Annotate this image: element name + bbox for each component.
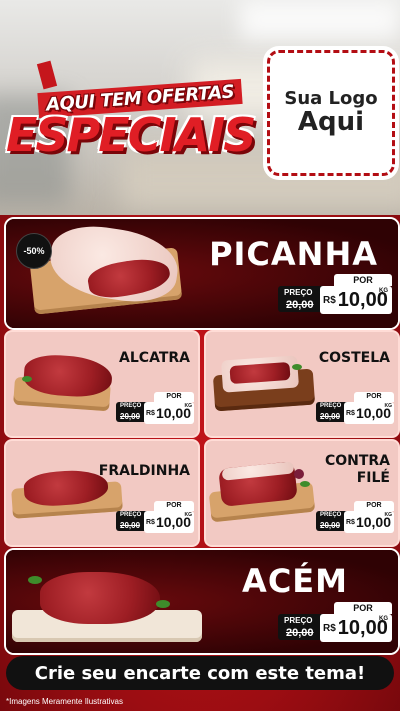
logo-placeholder[interactable]: Sua Logo Aqui xyxy=(267,50,395,176)
product-card-contra-file[interactable]: CONTRA FILÉ POR PREÇO 20,00 R$ 10,00 KG xyxy=(204,439,400,547)
unit-label: KG xyxy=(379,288,388,294)
old-price-block: PREÇO 20,00 xyxy=(278,286,324,312)
new-price-box: R$ 10,00 KG xyxy=(144,402,194,424)
currency: R$ xyxy=(346,518,355,526)
currency: R$ xyxy=(323,294,336,306)
por-label: POR xyxy=(154,392,194,402)
price-tag: POR PREÇO 20,00 R$ 10,00 KG xyxy=(116,392,194,424)
flyer: AQUI TEM OFERTAS ESPECIAIS Sua Logo Aqui… xyxy=(0,0,400,711)
cta-button[interactable]: Crie seu encarte com este tema! xyxy=(6,656,394,690)
unit-label: KG xyxy=(184,512,193,518)
herb-icon xyxy=(22,376,32,382)
new-price-box: R$ 10,00 KG xyxy=(344,402,394,424)
product-name-line1: CONTRA xyxy=(324,453,390,469)
product-name: FRALDINHA xyxy=(98,463,190,479)
currency: R$ xyxy=(146,518,155,526)
price-tag: POR PREÇO 20,00 R$ 10,00 KG xyxy=(116,501,194,533)
old-price: 20,00 xyxy=(120,412,141,421)
onion-icon xyxy=(294,469,304,479)
preco-label: PREÇO xyxy=(284,288,313,297)
currency: R$ xyxy=(146,409,155,417)
headline-main: ESPECIAIS xyxy=(6,108,256,162)
por-label: POR xyxy=(354,392,394,402)
product-card-alcatra[interactable]: ALCATRA POR PREÇO 20,00 R$ 10,00 KG xyxy=(4,330,200,438)
old-price: 20,00 xyxy=(286,299,314,311)
herb-icon xyxy=(292,364,302,370)
new-price-box: R$ 10,00 KG xyxy=(144,511,194,533)
new-price-box: R$ 10,00 KG xyxy=(344,511,394,533)
por-label: POR xyxy=(334,274,392,286)
product-name-line2: FILÉ xyxy=(356,469,390,486)
preco-label: PREÇO xyxy=(320,403,342,409)
unit-label: KG xyxy=(384,512,393,518)
preco-label: PREÇO xyxy=(120,512,142,518)
ribbon-icon xyxy=(36,60,58,90)
discount-badge: -50% xyxy=(16,233,52,269)
product-name: COSTELA xyxy=(318,350,390,366)
logo-text-line2: Aqui xyxy=(297,106,365,137)
preco-label: PREÇO xyxy=(320,512,342,518)
product-name: ALCATRA xyxy=(119,350,190,366)
disclaimer-text: *Imagens Meramente Ilustrativas xyxy=(6,697,123,706)
por-label: POR xyxy=(154,501,194,511)
price-tag: POR PREÇO 20,00 R$ 10,00 KG xyxy=(278,602,392,642)
unit-label: KG xyxy=(379,616,388,622)
price-tag: POR PREÇO 20,00 R$ 10,00 KG xyxy=(316,501,394,533)
unit-label: KG xyxy=(384,403,393,409)
header-banner: AQUI TEM OFERTAS ESPECIAIS Sua Logo Aqui xyxy=(0,0,400,215)
herb-icon xyxy=(300,481,310,487)
product-name: CONTRA FILÉ xyxy=(325,453,390,487)
new-price-box: R$ 10,00 KG xyxy=(320,614,392,642)
old-price: 20,00 xyxy=(320,521,341,530)
product-card-costela[interactable]: COSTELA POR PREÇO 20,00 R$ 10,00 KG xyxy=(204,330,400,438)
currency: R$ xyxy=(346,409,355,417)
price-tag: POR PREÇO 20,00 R$ 10,00 KG xyxy=(316,392,394,424)
price-tag: POR PREÇO 20,00 R$ 10,00 KG xyxy=(278,274,392,314)
acem-image xyxy=(40,572,160,624)
preco-label: PREÇO xyxy=(120,403,142,409)
por-label: POR xyxy=(354,501,394,511)
product-hero-picanha[interactable]: -50% PICANHA POR PREÇO 20,00 R$ 10,00 KG xyxy=(4,217,400,330)
currency: R$ xyxy=(323,622,336,634)
old-price: 20,00 xyxy=(120,521,141,530)
herb-icon xyxy=(28,576,42,584)
new-price-box: R$ 10,00 KG xyxy=(320,286,392,314)
unit-label: KG xyxy=(184,403,193,409)
product-card-fraldinha[interactable]: FRALDINHA POR PREÇO 20,00 R$ 10,00 KG xyxy=(4,439,200,547)
logo-text-line1: Sua Logo xyxy=(284,87,378,109)
old-price-block: PREÇO 20,00 xyxy=(278,614,324,640)
product-name: ACÉM xyxy=(242,562,348,600)
product-hero-acem[interactable]: ACÉM POR PREÇO 20,00 R$ 10,00 KG xyxy=(4,548,400,655)
por-label: POR xyxy=(334,602,392,614)
product-name: PICANHA xyxy=(209,235,378,273)
old-price: 20,00 xyxy=(286,627,314,639)
preco-label: PREÇO xyxy=(284,616,313,625)
old-price: 20,00 xyxy=(320,412,341,421)
